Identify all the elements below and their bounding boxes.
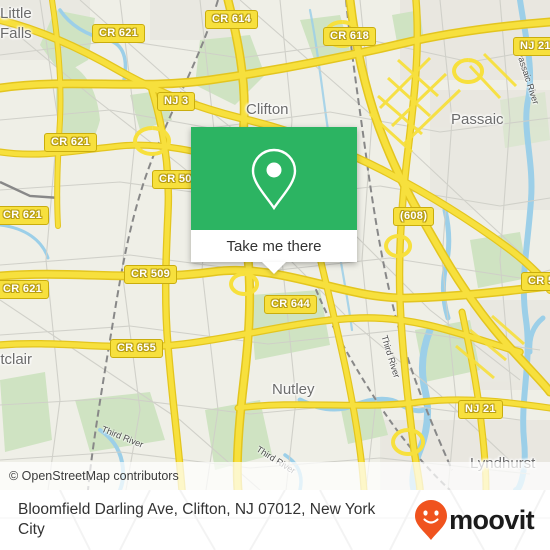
highway-shield: CR 644 xyxy=(264,295,318,314)
moovit-logo[interactable]: moovit xyxy=(414,499,535,541)
location-title: Bloomfield Darling Ave, Clifton, NJ 0701… xyxy=(18,501,376,538)
highway-shield: CR 621 xyxy=(0,206,50,225)
moovit-wordmark: moovit xyxy=(449,504,535,535)
highway-shield: NJ 21 xyxy=(458,400,503,419)
map-attribution[interactable]: © OpenStreetMap contributors xyxy=(0,462,550,490)
take-me-there-label: Take me there xyxy=(226,237,322,255)
popup-header xyxy=(191,127,357,230)
moovit-pin-smiley-icon xyxy=(415,500,448,540)
location-popup[interactable]: Take me there xyxy=(191,127,357,274)
highway-shield: CR 509 xyxy=(124,265,178,284)
attribution-text: © OpenStreetMap contributors xyxy=(9,469,179,483)
moovit-map-screen: Little Falls Clifton Passaic ntclair Nut… xyxy=(0,0,550,550)
highway-shield: CR 621 xyxy=(92,24,146,43)
map-pin-icon xyxy=(251,148,297,210)
highway-shield: NJ 3 xyxy=(157,92,196,111)
map-canvas[interactable]: Little Falls Clifton Passaic ntclair Nut… xyxy=(0,0,550,490)
highway-shield: CR 614 xyxy=(205,10,259,29)
footer-bar: Bloomfield Darling Ave, Clifton, NJ 0701… xyxy=(0,490,550,550)
highway-shield: CR 621 xyxy=(0,280,50,299)
take-me-there-button[interactable]: Take me there xyxy=(191,230,357,262)
highway-shield: CR 621 xyxy=(44,133,98,152)
highway-shield: CR 509 xyxy=(521,272,550,291)
highway-shield: CR 618 xyxy=(323,27,377,46)
highway-shield: (608) xyxy=(393,207,435,226)
popup-pointer xyxy=(262,262,286,274)
highway-shield: NJ 21 xyxy=(513,37,550,56)
highway-shield: CR 655 xyxy=(110,339,164,358)
